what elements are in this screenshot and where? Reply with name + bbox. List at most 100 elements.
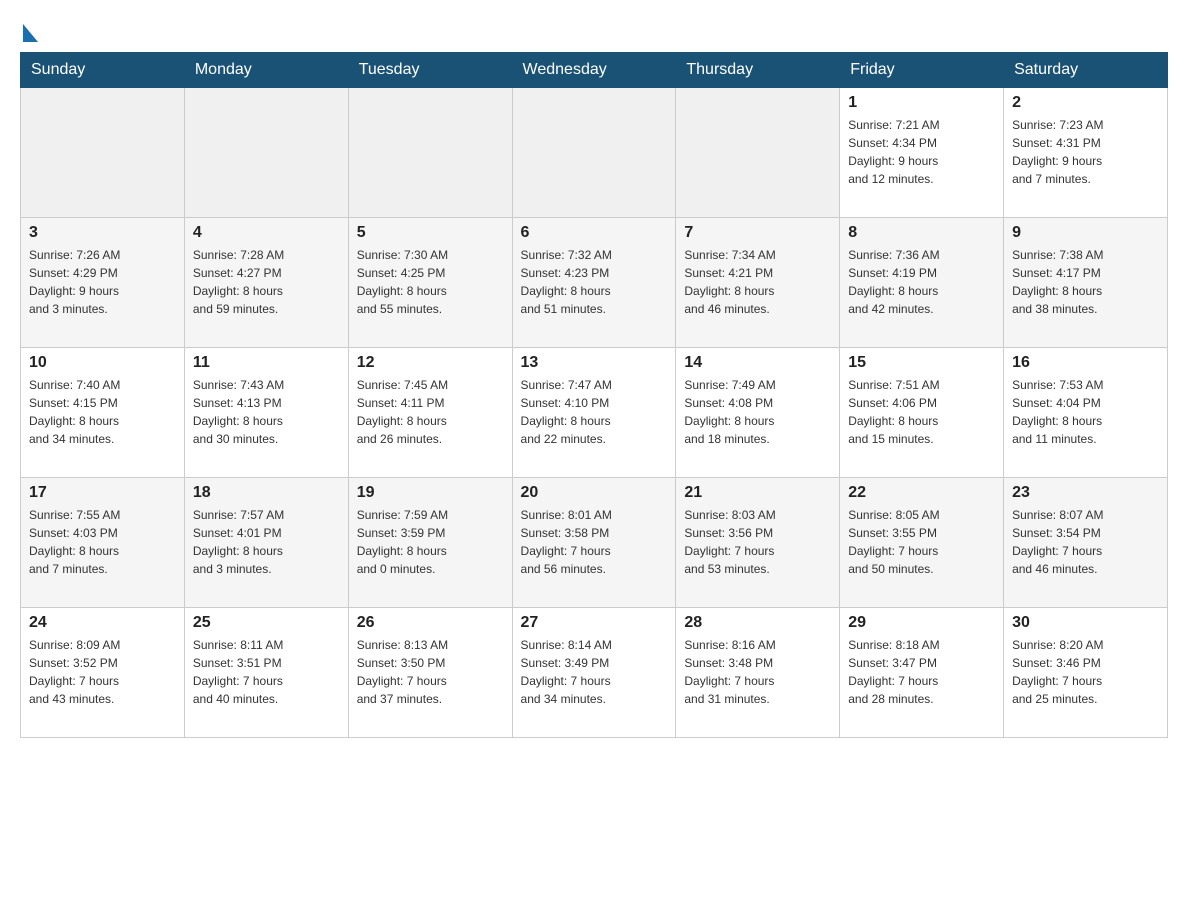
calendar-cell: 30 Sunrise: 8:20 AM Sunset: 3:46 PM Dayli… (1004, 608, 1168, 738)
day-info: Sunrise: 8:09 AM Sunset: 3:52 PM Dayligh… (29, 636, 176, 708)
calendar-cell: 21 Sunrise: 8:03 AM Sunset: 3:56 PM Dayli… (676, 478, 840, 608)
calendar-week-row: 3Sunrise: 7:26 AM Sunset: 4:29 PM Daylig… (21, 218, 1168, 348)
day-info: Sunrise: 7:53 AM Sunset: 4:04 PM Dayligh… (1012, 376, 1159, 448)
day-info: Sunrise: 7:32 AM Sunset: 4:23 PM Dayligh… (521, 246, 668, 318)
calendar-cell: 24 Sunrise: 8:09 AM Sunset: 3:52 PM Dayli… (21, 608, 185, 738)
day-number: 9 (1012, 224, 1159, 242)
calendar-cell (21, 88, 185, 218)
weekday-header-monday: Monday (184, 53, 348, 88)
calendar-cell: 26 Sunrise: 8:13 AM Sunset: 3:50 PM Dayli… (348, 608, 512, 738)
day-info: Sunrise: 8:01 AM Sunset: 3:58 PM Dayligh… (521, 506, 668, 578)
calendar-cell: 12 Sunrise: 7:45 AM Sunset: 4:11 PM Dayli… (348, 348, 512, 478)
calendar-week-row: 1 Sunrise: 7:21 AM Sunset: 4:34 PM Daylig… (21, 88, 1168, 218)
calendar-cell (676, 88, 840, 218)
day-info: Sunrise: 7:21 AM Sunset: 4:34 PM Dayligh… (848, 116, 995, 188)
day-info: Sunrise: 7:45 AM Sunset: 4:11 PM Dayligh… (357, 376, 504, 448)
calendar-cell: 18Sunrise: 7:57 AM Sunset: 4:01 PM Dayli… (184, 478, 348, 608)
day-number: 29 (848, 614, 995, 632)
day-number: 18 (193, 484, 340, 502)
calendar-cell: 11 Sunrise: 7:43 AM Sunset: 4:13 PM Dayli… (184, 348, 348, 478)
day-info: Sunrise: 7:47 AM Sunset: 4:10 PM Dayligh… (521, 376, 668, 448)
calendar-cell: 2 Sunrise: 7:23 AM Sunset: 4:31 PM Daylig… (1004, 88, 1168, 218)
weekday-header-thursday: Thursday (676, 53, 840, 88)
day-number: 26 (357, 614, 504, 632)
weekday-header-sunday: Sunday (21, 53, 185, 88)
day-number: 14 (684, 354, 831, 372)
day-info: Sunrise: 8:20 AM Sunset: 3:46 PM Dayligh… (1012, 636, 1159, 708)
day-info: Sunrise: 7:34 AM Sunset: 4:21 PM Dayligh… (684, 246, 831, 318)
day-number: 13 (521, 354, 668, 372)
weekday-header-tuesday: Tuesday (348, 53, 512, 88)
day-number: 16 (1012, 354, 1159, 372)
calendar-cell: 27 Sunrise: 8:14 AM Sunset: 3:49 PM Dayli… (512, 608, 676, 738)
day-number: 11 (193, 354, 340, 372)
day-info: Sunrise: 8:14 AM Sunset: 3:49 PM Dayligh… (521, 636, 668, 708)
calendar-week-row: 17 Sunrise: 7:55 AM Sunset: 4:03 PM Dayli… (21, 478, 1168, 608)
day-number: 17 (29, 484, 176, 502)
day-number: 15 (848, 354, 995, 372)
calendar-cell: 15 Sunrise: 7:51 AM Sunset: 4:06 PM Dayli… (840, 348, 1004, 478)
calendar-cell: 7 Sunrise: 7:34 AM Sunset: 4:21 PM Daylig… (676, 218, 840, 348)
day-info: Sunrise: 7:59 AM Sunset: 3:59 PM Dayligh… (357, 506, 504, 578)
logo (20, 20, 38, 42)
calendar-cell: 16 Sunrise: 7:53 AM Sunset: 4:04 PM Dayli… (1004, 348, 1168, 478)
day-info: Sunrise: 7:23 AM Sunset: 4:31 PM Dayligh… (1012, 116, 1159, 188)
day-number: 22 (848, 484, 995, 502)
calendar-cell (348, 88, 512, 218)
calendar-week-row: 10 Sunrise: 7:40 AM Sunset: 4:15 PM Dayli… (21, 348, 1168, 478)
day-info: Sunrise: 7:49 AM Sunset: 4:08 PM Dayligh… (684, 376, 831, 448)
day-number: 4 (193, 224, 340, 242)
day-number: 20 (521, 484, 668, 502)
calendar-cell: 22Sunrise: 8:05 AM Sunset: 3:55 PM Dayli… (840, 478, 1004, 608)
day-number: 30 (1012, 614, 1159, 632)
calendar-week-row: 24 Sunrise: 8:09 AM Sunset: 3:52 PM Dayli… (21, 608, 1168, 738)
day-info: Sunrise: 7:43 AM Sunset: 4:13 PM Dayligh… (193, 376, 340, 448)
day-info: Sunrise: 7:55 AM Sunset: 4:03 PM Dayligh… (29, 506, 176, 578)
day-info: Sunrise: 8:07 AM Sunset: 3:54 PM Dayligh… (1012, 506, 1159, 578)
calendar-cell: 8 Sunrise: 7:36 AM Sunset: 4:19 PM Daylig… (840, 218, 1004, 348)
calendar-cell: 20 Sunrise: 8:01 AM Sunset: 3:58 PM Dayli… (512, 478, 676, 608)
calendar-cell (184, 88, 348, 218)
day-info: Sunrise: 7:36 AM Sunset: 4:19 PM Dayligh… (848, 246, 995, 318)
day-number: 8 (848, 224, 995, 242)
day-info: Sunrise: 7:26 AM Sunset: 4:29 PM Dayligh… (29, 246, 176, 318)
day-number: 19 (357, 484, 504, 502)
calendar-cell: 29 Sunrise: 8:18 AM Sunset: 3:47 PM Dayli… (840, 608, 1004, 738)
calendar-cell: 5Sunrise: 7:30 AM Sunset: 4:25 PM Daylig… (348, 218, 512, 348)
calendar-cell: 3Sunrise: 7:26 AM Sunset: 4:29 PM Daylig… (21, 218, 185, 348)
calendar-cell: 14 Sunrise: 7:49 AM Sunset: 4:08 PM Dayli… (676, 348, 840, 478)
calendar-cell: 4Sunrise: 7:28 AM Sunset: 4:27 PM Daylig… (184, 218, 348, 348)
day-number: 27 (521, 614, 668, 632)
calendar-cell: 9Sunrise: 7:38 AM Sunset: 4:17 PM Daylig… (1004, 218, 1168, 348)
weekday-header-row: SundayMondayTuesdayWednesdayThursdayFrid… (21, 53, 1168, 88)
day-number: 23 (1012, 484, 1159, 502)
day-number: 25 (193, 614, 340, 632)
day-info: Sunrise: 8:13 AM Sunset: 3:50 PM Dayligh… (357, 636, 504, 708)
day-info: Sunrise: 8:03 AM Sunset: 3:56 PM Dayligh… (684, 506, 831, 578)
day-info: Sunrise: 8:16 AM Sunset: 3:48 PM Dayligh… (684, 636, 831, 708)
day-number: 12 (357, 354, 504, 372)
day-number: 7 (684, 224, 831, 242)
page-header (20, 20, 1168, 42)
day-number: 24 (29, 614, 176, 632)
weekday-header-friday: Friday (840, 53, 1004, 88)
weekday-header-wednesday: Wednesday (512, 53, 676, 88)
day-number: 28 (684, 614, 831, 632)
day-info: Sunrise: 8:11 AM Sunset: 3:51 PM Dayligh… (193, 636, 340, 708)
day-number: 21 (684, 484, 831, 502)
day-number: 10 (29, 354, 176, 372)
day-number: 2 (1012, 94, 1159, 112)
day-info: Sunrise: 7:51 AM Sunset: 4:06 PM Dayligh… (848, 376, 995, 448)
calendar-cell: 23 Sunrise: 8:07 AM Sunset: 3:54 PM Dayli… (1004, 478, 1168, 608)
calendar-cell: 6 Sunrise: 7:32 AM Sunset: 4:23 PM Daylig… (512, 218, 676, 348)
weekday-header-saturday: Saturday (1004, 53, 1168, 88)
calendar-cell (512, 88, 676, 218)
calendar-cell: 13 Sunrise: 7:47 AM Sunset: 4:10 PM Dayli… (512, 348, 676, 478)
day-info: Sunrise: 7:30 AM Sunset: 4:25 PM Dayligh… (357, 246, 504, 318)
day-info: Sunrise: 8:18 AM Sunset: 3:47 PM Dayligh… (848, 636, 995, 708)
day-info: Sunrise: 7:40 AM Sunset: 4:15 PM Dayligh… (29, 376, 176, 448)
calendar-cell: 19 Sunrise: 7:59 AM Sunset: 3:59 PM Dayli… (348, 478, 512, 608)
calendar-cell: 1 Sunrise: 7:21 AM Sunset: 4:34 PM Daylig… (840, 88, 1004, 218)
day-number: 1 (848, 94, 995, 112)
day-number: 6 (521, 224, 668, 242)
